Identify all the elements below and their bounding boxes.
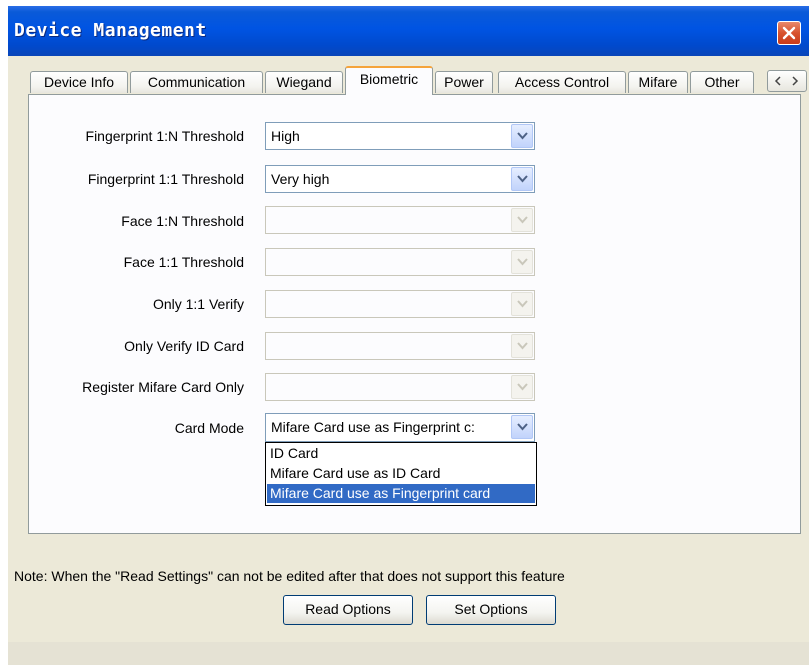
tab-wiegand[interactable]: Wiegand bbox=[265, 71, 343, 93]
chevron-down-icon bbox=[517, 300, 528, 308]
combo-value: Very high bbox=[271, 171, 330, 187]
tab-label: Mifare bbox=[638, 74, 678, 90]
device-management-window: Device Management Device Info Communicat… bbox=[8, 6, 809, 665]
only-verify-id-card-select[interactable] bbox=[265, 332, 535, 360]
bottom-strip bbox=[8, 642, 809, 665]
combo-dropdown-button[interactable] bbox=[511, 375, 533, 399]
card-mode-dropdown-list: ID Card Mifare Card use as ID Card Mifar… bbox=[265, 442, 537, 506]
tab-other[interactable]: Other bbox=[690, 71, 754, 93]
tab-label: Access Control bbox=[514, 74, 610, 90]
only-verify-id-card-label: Only Verify ID Card bbox=[124, 338, 244, 354]
chevron-down-icon bbox=[517, 132, 528, 140]
face-11-label: Face 1:1 Threshold bbox=[123, 254, 244, 270]
tab-communication[interactable]: Communication bbox=[130, 71, 263, 93]
chevron-down-icon bbox=[517, 342, 528, 350]
title-bar[interactable]: Device Management bbox=[8, 6, 809, 56]
chevron-down-icon bbox=[517, 383, 528, 391]
option-id-card[interactable]: ID Card bbox=[267, 444, 535, 463]
tab-scroll-buttons[interactable] bbox=[767, 70, 807, 92]
combo-dropdown-button[interactable] bbox=[511, 334, 533, 358]
combo-dropdown-button[interactable] bbox=[511, 415, 533, 439]
combo-dropdown-button[interactable] bbox=[511, 167, 533, 191]
combo-dropdown-button[interactable] bbox=[511, 124, 533, 148]
close-button[interactable] bbox=[777, 21, 801, 45]
tab-strip: Device Info Communication Wiegand Biomet… bbox=[28, 64, 808, 95]
combo-dropdown-button[interactable] bbox=[511, 208, 533, 232]
only-11-verify-label: Only 1:1 Verify bbox=[152, 296, 244, 312]
tab-label: Wiegand bbox=[276, 74, 332, 90]
chevron-down-icon bbox=[517, 423, 528, 431]
combo-dropdown-button[interactable] bbox=[511, 292, 533, 316]
biometric-panel: Fingerprint 1:N Threshold High Fingerpri… bbox=[28, 94, 801, 534]
fingerprint-11-label: Fingerprint 1:1 Threshold bbox=[87, 171, 244, 187]
tab-scroll-arrows-icon bbox=[774, 76, 799, 86]
tab-label: Device Info bbox=[43, 74, 115, 90]
tab-mifare[interactable]: Mifare bbox=[628, 71, 688, 93]
tab-label: Communication bbox=[147, 74, 246, 90]
chevron-down-icon bbox=[517, 258, 528, 266]
tab-label: Biometric bbox=[359, 71, 419, 87]
tab-power[interactable]: Power bbox=[435, 71, 493, 93]
read-options-button[interactable]: Read Options bbox=[283, 595, 413, 625]
tab-access-control[interactable]: Access Control bbox=[498, 71, 626, 93]
register-mifare-card-only-label: Register Mifare Card Only bbox=[82, 379, 244, 395]
chevron-down-icon bbox=[517, 175, 528, 183]
tab-biometric[interactable]: Biometric bbox=[345, 66, 433, 95]
card-mode-label: Card Mode bbox=[174, 420, 244, 436]
face-1n-label: Face 1:N Threshold bbox=[121, 213, 244, 229]
only-11-verify-select[interactable] bbox=[265, 290, 535, 318]
option-mifare-fingerprint-card[interactable]: Mifare Card use as Fingerprint card bbox=[267, 484, 535, 503]
card-mode-select[interactable]: Mifare Card use as Fingerprint c: bbox=[265, 413, 535, 442]
combo-value: Mifare Card use as Fingerprint c: bbox=[271, 419, 475, 435]
fingerprint-11-threshold-select[interactable]: Very high bbox=[265, 165, 535, 193]
fingerprint-1n-label: Fingerprint 1:N Threshold bbox=[85, 128, 244, 144]
option-mifare-id-card[interactable]: Mifare Card use as ID Card bbox=[267, 464, 535, 483]
close-icon bbox=[782, 26, 796, 40]
window-title: Device Management bbox=[14, 20, 207, 41]
note-text: Note: When the "Read Settings" can not b… bbox=[14, 568, 565, 584]
face-11-threshold-select[interactable] bbox=[265, 248, 535, 276]
combo-dropdown-button[interactable] bbox=[511, 250, 533, 274]
face-1n-threshold-select[interactable] bbox=[265, 206, 535, 234]
register-mifare-card-only-select[interactable] bbox=[265, 373, 535, 401]
tab-label: Power bbox=[444, 74, 484, 90]
chevron-down-icon bbox=[517, 216, 528, 224]
combo-value: High bbox=[271, 128, 300, 144]
tab-device-info[interactable]: Device Info bbox=[30, 71, 128, 93]
fingerprint-1n-threshold-select[interactable]: High bbox=[265, 122, 535, 150]
tab-label: Other bbox=[704, 74, 740, 90]
set-options-button[interactable]: Set Options bbox=[426, 595, 556, 625]
